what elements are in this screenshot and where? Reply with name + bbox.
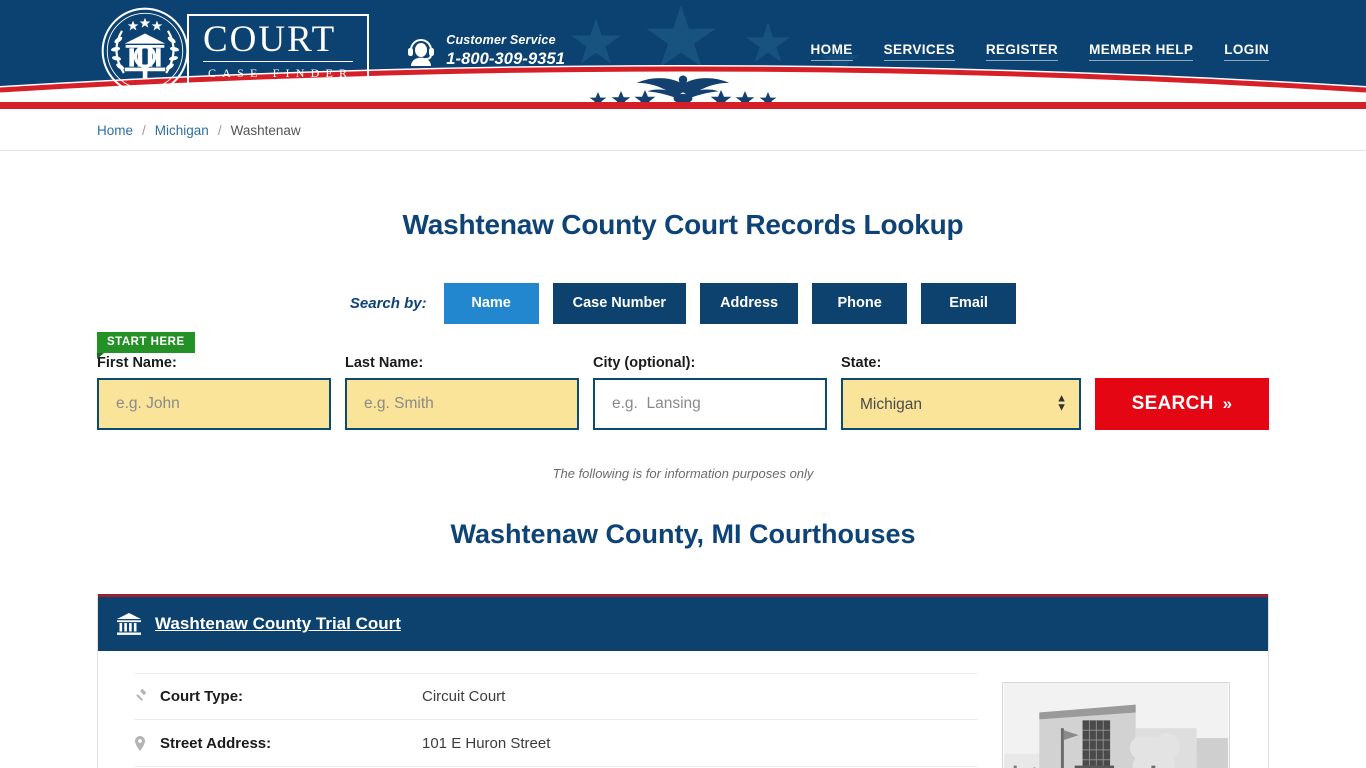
breadcrumb-separator: / <box>142 122 146 138</box>
courthouse-details: Court Type: Circuit Court Street Address… <box>134 673 1002 768</box>
breadcrumb-bar: Home / Michigan / Washtenaw <box>0 109 1366 151</box>
section-title: Washtenaw County, MI Courthouses <box>450 519 916 549</box>
double-chevron-right-icon: » <box>1222 394 1233 413</box>
tab-address[interactable]: Address <box>700 283 799 324</box>
bank-columns-icon <box>117 613 141 635</box>
tab-email[interactable]: Email <box>921 283 1017 324</box>
start-here-badge: START HERE <box>97 332 195 359</box>
gavel-icon <box>134 689 160 704</box>
eagle-icon <box>589 75 777 102</box>
breadcrumb-separator: / <box>217 122 222 138</box>
search-button[interactable]: SEARCH » <box>1095 378 1269 430</box>
table-row: Court Type: Circuit Court <box>134 673 978 720</box>
map-pin-icon <box>134 735 160 751</box>
page-title: Washtenaw County Court Records Lookup <box>402 209 964 240</box>
state-field-group: State: Michigan ▲ ▼ <box>841 355 1081 430</box>
search-by-label: Search by: <box>349 295 427 312</box>
last-name-field-group: Last Name: <box>345 355 579 430</box>
customer-service-label: Customer Service <box>446 32 556 47</box>
first-name-field-group: First Name: <box>97 355 331 430</box>
breadcrumb-item-home[interactable]: Home <box>97 123 133 138</box>
detail-value: Circuit Court <box>422 688 506 705</box>
table-row: Street Address: 101 E Huron Street <box>134 720 978 767</box>
courthouse-photo-column <box>1002 673 1232 768</box>
courthouse-photo <box>1002 682 1230 768</box>
breadcrumb-item-michigan[interactable]: Michigan <box>155 123 209 138</box>
detail-label: Street Address: <box>160 734 272 752</box>
red-accent-stripe <box>0 102 1366 109</box>
breadcrumb: Home / Michigan / Washtenaw <box>97 109 1269 151</box>
main-content: Washtenaw County Court Records Lookup Se… <box>97 209 1269 768</box>
search-form: First Name: Last Name: City (optional): … <box>97 355 1269 430</box>
detail-label: Court Type: <box>160 688 244 705</box>
courthouse-title-link[interactable]: Washtenaw County Trial Court <box>155 614 401 634</box>
last-name-label: Last Name: <box>345 355 424 371</box>
tab-case-number[interactable]: Case Number <box>552 283 687 324</box>
search-button-label: SEARCH <box>1131 393 1214 414</box>
first-name-label: First Name: <box>97 355 177 371</box>
state-label: State: <box>841 355 882 371</box>
detail-value: 101 E Huron Street <box>422 734 551 752</box>
tab-phone[interactable]: Phone <box>812 283 908 324</box>
city-label: City (optional): <box>593 355 696 371</box>
first-name-input[interactable] <box>97 378 331 430</box>
tab-name[interactable]: Name <box>443 283 539 324</box>
courthouse-card-header: Washtenaw County Trial Court <box>98 594 1268 651</box>
courthouse-card-body: Court Type: Circuit Court Street Address… <box>98 651 1268 768</box>
last-name-input[interactable] <box>345 378 579 430</box>
city-input[interactable] <box>593 378 827 430</box>
courthouse-card: Washtenaw County Trial Court Court Type:… <box>97 594 1269 768</box>
breadcrumb-item-current: Washtenaw <box>230 122 301 138</box>
city-field-group: City (optional): <box>593 355 827 430</box>
disclaimer-text: The following is for information purpose… <box>552 466 814 481</box>
state-select[interactable]: Michigan <box>841 378 1081 430</box>
site-header: COURT CASE FINDER Customer Service 1-800… <box>0 0 1366 102</box>
search-type-tabs: Search by: Name Case Number Address Phon… <box>97 283 1269 324</box>
